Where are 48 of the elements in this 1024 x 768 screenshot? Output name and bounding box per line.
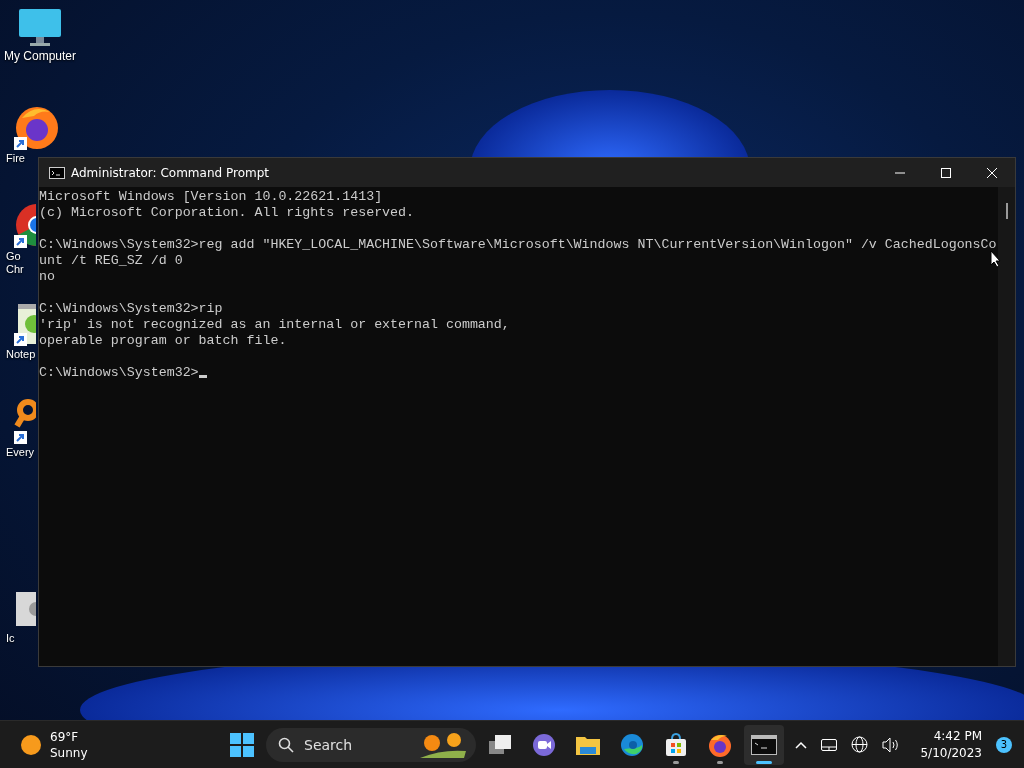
edge-icon xyxy=(620,732,644,757)
weather-temperature[interactable]: 69°F xyxy=(50,728,88,745)
monitor-icon[interactable] xyxy=(18,8,62,48)
chevron-up-icon[interactable] xyxy=(795,740,808,749)
shopping-bag-icon xyxy=(665,732,687,757)
search-icon xyxy=(278,736,294,753)
windows-logo-icon xyxy=(230,732,254,757)
desktop-icon-label[interactable]: Ic xyxy=(6,632,15,645)
text-cursor xyxy=(198,375,207,378)
search-box[interactable]: Search xyxy=(266,727,476,762)
volume-icon[interactable] xyxy=(882,736,901,753)
console-line: no xyxy=(39,269,55,285)
globe-icon[interactable] xyxy=(851,736,869,753)
scrollbar-thumb[interactable] xyxy=(1005,203,1008,219)
console-line: C:\Windows\System32>rip xyxy=(39,301,223,317)
window-title: Administrator: Command Prompt xyxy=(71,165,269,180)
console-line: 'rip' is not recognized as an internal or external command, xyxy=(39,317,510,333)
clock-date[interactable]: 5/10/2023 xyxy=(920,744,982,762)
touchpad-icon[interactable] xyxy=(821,738,838,751)
video-camera-icon xyxy=(532,732,556,757)
close-icon xyxy=(987,167,997,178)
weather-condition[interactable]: Sunny xyxy=(50,744,88,761)
desktop-icon-label[interactable]: Every xyxy=(6,446,35,459)
console-line: Microsoft Windows [Version 10.0.22621.1413] xyxy=(39,189,383,205)
sun-icon[interactable] xyxy=(20,733,42,756)
terminal-icon xyxy=(751,734,777,755)
desktop-icon-label[interactable]: Fire xyxy=(6,152,25,165)
maximize-icon xyxy=(941,167,951,178)
magnifier-icon[interactable] xyxy=(14,398,36,430)
console-line: (c) Microsoft Corporation. All rights reserved. xyxy=(39,205,415,221)
console-icon xyxy=(49,166,65,179)
clock-time[interactable]: 4:42 PM xyxy=(933,727,982,745)
desktop-icon-label[interactable]: My Computer xyxy=(4,50,76,63)
console-line: unt /t REG_SZ /d 0 xyxy=(39,253,183,269)
taskbar-app-button[interactable] xyxy=(744,724,784,765)
desktop-icon-label[interactable]: Go Chr xyxy=(6,250,24,276)
mouse-pointer-icon xyxy=(990,250,1002,268)
console-line: C:\Windows\System32>reg add "HKEY_LOCAL_MACHINE\Software\Microsoft\Windows NT\CurrentVersion\Winlogon" /v CachedLogonsCo xyxy=(39,237,997,253)
firefox-icon[interactable] xyxy=(14,104,60,150)
desktop-icon-label[interactable]: Notep xyxy=(6,348,36,361)
minimize-icon xyxy=(895,171,905,174)
scrollbar[interactable] xyxy=(998,187,1015,666)
notification-count[interactable]: 3 xyxy=(996,736,1012,753)
search-input[interactable]: Search xyxy=(302,735,406,754)
firefox-icon xyxy=(708,732,732,757)
console-line: operable program or batch file. xyxy=(39,333,287,349)
overlapping-windows-icon xyxy=(488,733,512,756)
console-line: C:\Windows\System32> xyxy=(39,365,207,381)
